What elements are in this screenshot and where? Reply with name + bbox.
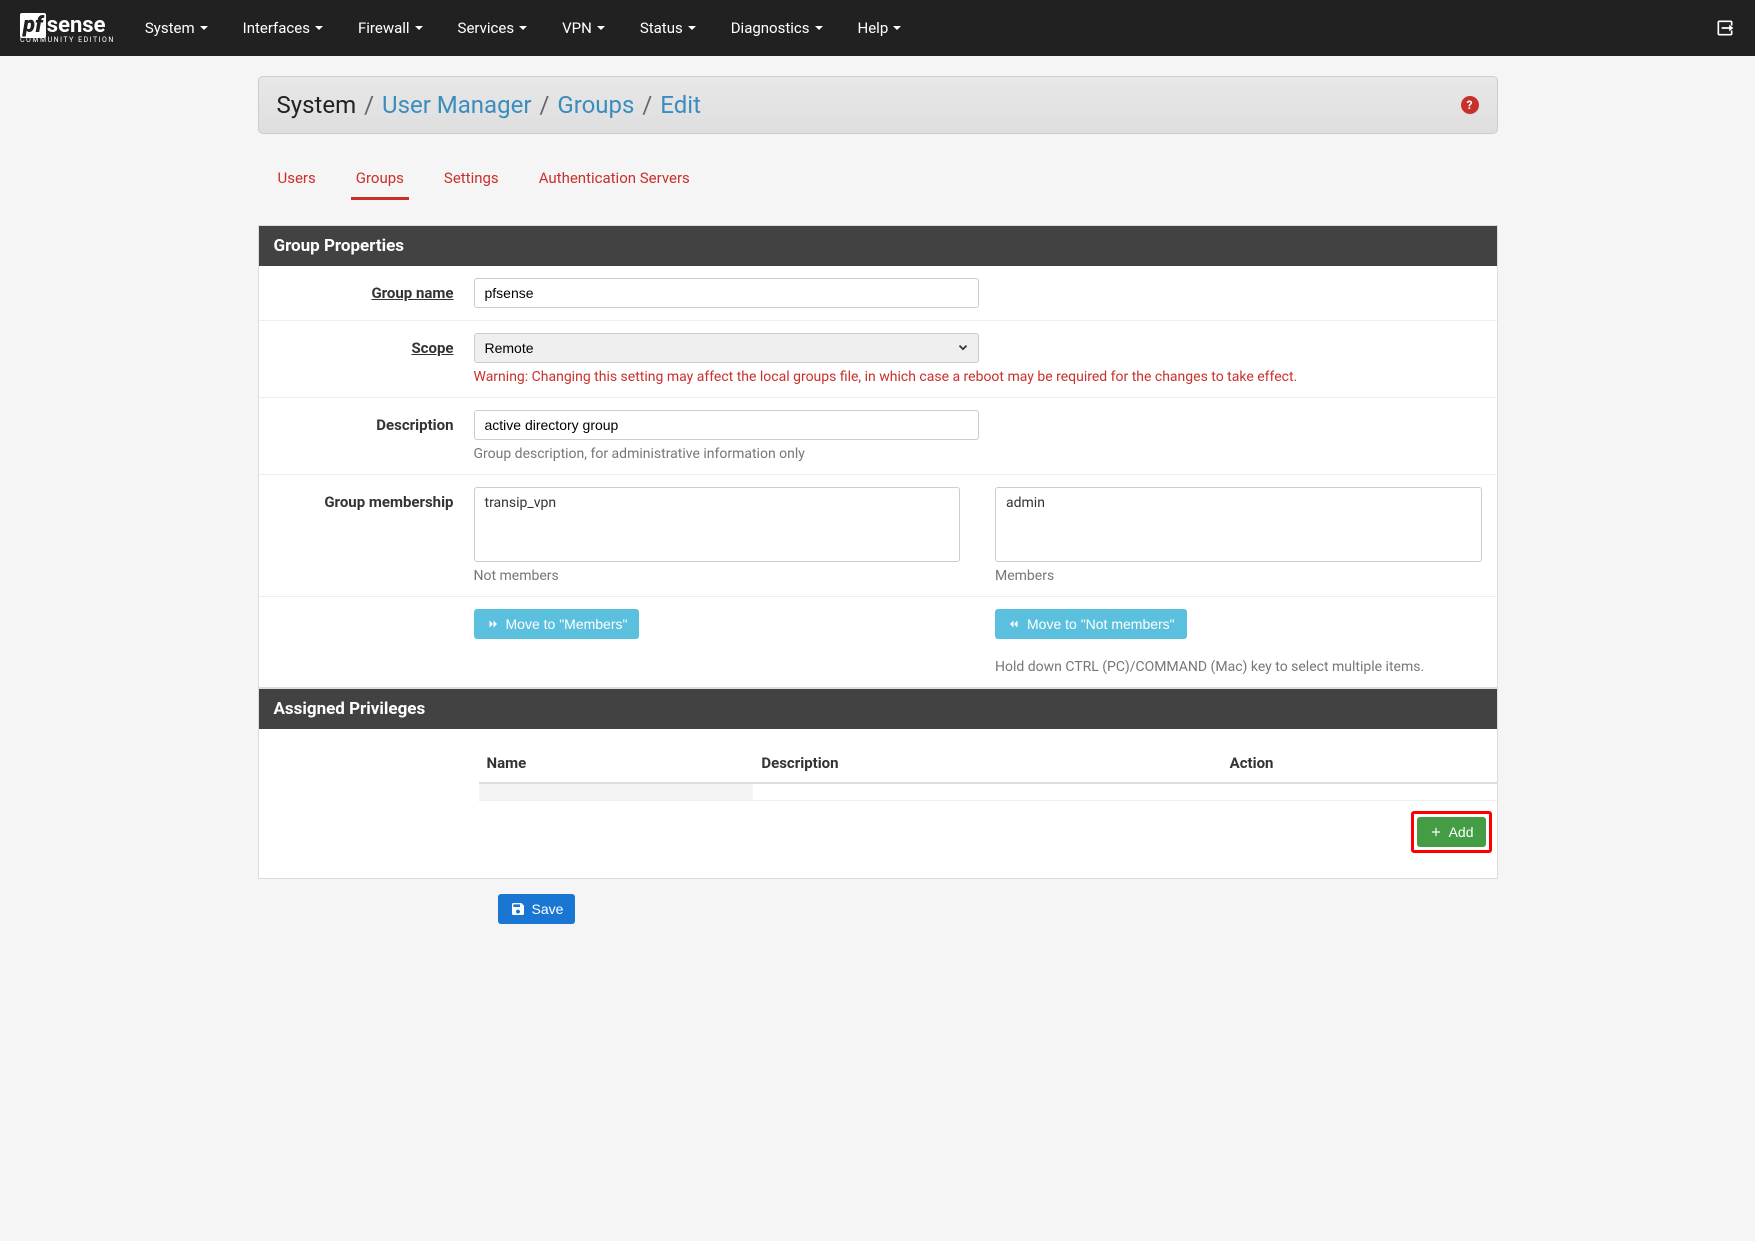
save-icon: [510, 901, 526, 917]
not-members-label: Not members: [474, 568, 961, 584]
logo[interactable]: pfsense COMMUNITY EDITION: [20, 13, 115, 44]
privileges-table: Name Description Action: [479, 744, 1497, 801]
nav-items: System Interfaces Firewall Services VPN …: [145, 19, 1715, 37]
top-navbar: pfsense COMMUNITY EDITION System Interfa…: [0, 0, 1755, 56]
plus-icon: [1429, 825, 1443, 839]
nav-firewall[interactable]: Firewall: [358, 19, 423, 37]
row-group-name: Group name: [259, 266, 1497, 321]
label-membership: Group membership: [274, 487, 474, 511]
breadcrumb-user-manager[interactable]: User Manager: [382, 91, 531, 119]
select-scope[interactable]: Remote: [474, 333, 979, 363]
breadcrumb-edit[interactable]: Edit: [660, 91, 701, 119]
assigned-privileges-panel: Assigned Privileges Name Description Act…: [258, 688, 1498, 879]
nav-status[interactable]: Status: [640, 19, 696, 37]
nav-help[interactable]: Help: [858, 19, 902, 37]
logo-text: sense: [47, 13, 106, 38]
save-button[interactable]: Save: [498, 894, 576, 924]
breadcrumb-groups[interactable]: Groups: [557, 91, 634, 119]
label-group-name: Group name: [274, 278, 474, 302]
logout-icon[interactable]: [1715, 18, 1735, 38]
caret-down-icon: [200, 26, 208, 30]
scope-warning: Warning: Changing this setting may affec…: [474, 369, 1482, 385]
caret-down-icon: [688, 26, 696, 30]
help-icon[interactable]: ?: [1461, 96, 1479, 114]
row-scope: Scope Remote Warning: Changing this sett…: [259, 321, 1497, 398]
nav-services[interactable]: Services: [458, 19, 528, 37]
table-row: [479, 783, 1497, 801]
tab-auth-servers[interactable]: Authentication Servers: [534, 159, 695, 200]
members-label: Members: [995, 568, 1482, 584]
members-list[interactable]: admin: [995, 487, 1482, 562]
caret-down-icon: [597, 26, 605, 30]
member-option[interactable]: admin: [1000, 492, 1477, 514]
caret-down-icon: [415, 26, 423, 30]
col-description: Description: [753, 744, 1221, 783]
tabs: Users Groups Settings Authentication Ser…: [258, 159, 1498, 200]
nav-interfaces[interactable]: Interfaces: [243, 19, 323, 37]
input-group-name[interactable]: [474, 278, 979, 308]
not-member-option[interactable]: transip_vpn: [479, 492, 956, 514]
membership-help: Hold down CTRL (PC)/COMMAND (Mac) key to…: [995, 659, 1482, 675]
nav-system[interactable]: System: [145, 19, 208, 37]
caret-down-icon: [315, 26, 323, 30]
col-action: Action: [1222, 744, 1497, 783]
nav-diagnostics[interactable]: Diagnostics: [731, 19, 823, 37]
move-to-not-members-button[interactable]: Move to "Not members": [995, 609, 1187, 639]
caret-down-icon: [519, 26, 527, 30]
tab-settings[interactable]: Settings: [439, 159, 504, 200]
not-members-list[interactable]: transip_vpn: [474, 487, 961, 562]
move-to-members-button[interactable]: Move to "Members": [474, 609, 640, 639]
label-description: Description: [274, 410, 474, 434]
row-move-buttons: Move to "Members" Move to "Not members" …: [259, 597, 1497, 687]
breadcrumb: System / User Manager / Groups / Edit: [277, 91, 701, 119]
caret-down-icon: [893, 26, 901, 30]
double-chevron-right-icon: [486, 618, 500, 630]
breadcrumb-panel: System / User Manager / Groups / Edit ?: [258, 76, 1498, 134]
tab-groups[interactable]: Groups: [351, 159, 409, 200]
col-name: Name: [479, 744, 754, 783]
row-membership: Group membership transip_vpn Not members…: [259, 475, 1497, 597]
row-description: Description Group description, for admin…: [259, 398, 1497, 475]
assigned-privileges-heading: Assigned Privileges: [259, 689, 1497, 729]
breadcrumb-root: System: [277, 91, 357, 119]
group-properties-panel: Group Properties Group name Scope Remote…: [258, 225, 1498, 688]
caret-down-icon: [815, 26, 823, 30]
input-description[interactable]: [474, 410, 979, 440]
nav-vpn[interactable]: VPN: [562, 19, 605, 37]
add-highlight: Add: [1411, 811, 1492, 853]
logo-box: pf: [20, 13, 46, 38]
label-scope: Scope: [274, 333, 474, 357]
logo-subtitle: COMMUNITY EDITION: [20, 36, 115, 44]
group-properties-heading: Group Properties: [259, 226, 1497, 266]
double-chevron-left-icon: [1007, 618, 1021, 630]
tab-users[interactable]: Users: [273, 159, 321, 200]
description-help: Group description, for administrative in…: [474, 446, 1482, 462]
add-button[interactable]: Add: [1417, 817, 1486, 847]
